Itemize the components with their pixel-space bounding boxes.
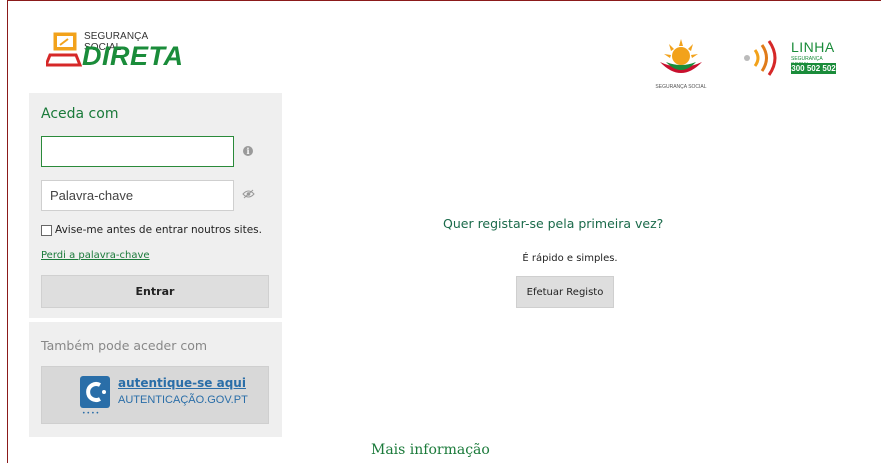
login-title: Aceda com (41, 106, 119, 122)
gov-auth-text: autentique-se aqui (118, 376, 246, 390)
emblem-caption: SEGURANÇA SOCIAL (655, 84, 707, 90)
show-password-icon[interactable] (242, 189, 255, 199)
sun-emblem-icon (660, 39, 702, 73)
autenticacao-gov-icon (80, 376, 110, 408)
remember-checkbox[interactable] (41, 224, 52, 236)
remember-option: Avise-me antes de entrar noutros sites. (41, 224, 262, 236)
register-title: Quer registar-se pela primeira vez? (443, 216, 664, 231)
linha-phone: 300 502 502 (791, 63, 836, 74)
password-input[interactable] (41, 180, 234, 211)
info-icon[interactable]: i (243, 146, 253, 156)
gov-auth-domain: AUTENTICAÇÃO.GOV.PT (118, 394, 248, 406)
sound-waves-icon (744, 40, 777, 76)
register-subtitle: É rápido e simples. (522, 253, 618, 264)
alt-login-panel: Também pode aceder com autentique-se aqu… (29, 322, 282, 437)
logo-big-text: DIRETA (82, 41, 184, 71)
linha-seguranca-social-logo[interactable]: LINHA SEGURANÇA SOCIAL 300 502 502 (739, 38, 839, 78)
seguranca-social-direta-logo[interactable]: SEGURANÇA SOCIAL DIRETA (46, 29, 184, 77)
register-subtitle-row: É rápido e simples. (0, 246, 881, 265)
register-button[interactable]: Efetuar Registo (516, 276, 614, 308)
remember-label: Avise-me antes de entrar noutros sites. (55, 224, 262, 236)
login-panel: Aceda com i Avise-me antes de entrar nou… (29, 93, 282, 318)
enter-button[interactable]: Entrar (41, 275, 269, 308)
username-input[interactable] (41, 136, 234, 167)
more-info-link[interactable]: Mais informação (371, 442, 490, 458)
linha-title: LINHA (791, 39, 835, 55)
monitor-logo-icon (46, 32, 82, 67)
gov-dots: •••• (82, 410, 101, 417)
autenticacao-gov-button[interactable]: autentique-se aqui AUTENTICAÇÃO.GOV.PT •… (41, 366, 269, 424)
alt-login-title: Também pode aceder com (41, 338, 208, 353)
seguranca-social-emblem: SEGURANÇA SOCIAL (652, 36, 710, 91)
